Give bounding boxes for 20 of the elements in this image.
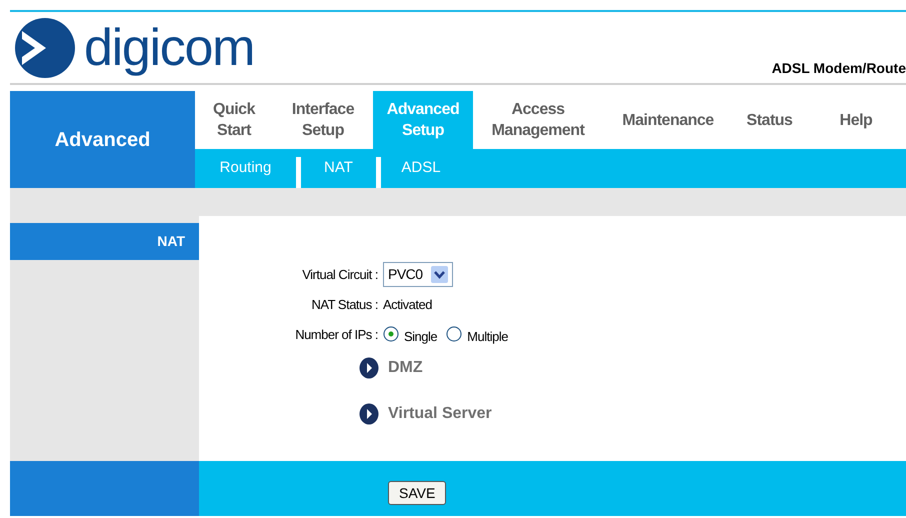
- logo-icon: [14, 16, 76, 78]
- product-name: ADSL Modem/Route: [772, 59, 906, 78]
- field-label: Virtual Circuit :: [301, 266, 379, 284]
- save-button[interactable]: SAVE: [388, 481, 446, 505]
- arrow-bullet-icon: [359, 403, 379, 425]
- section-title: Advanced: [54, 128, 150, 152]
- radio-button[interactable]: [383, 326, 399, 342]
- field-value: Activated: [383, 296, 433, 314]
- link[interactable]: Virtual Server: [388, 402, 492, 426]
- circuit-select[interactable]: PVC0: [383, 262, 453, 287]
- field-label: Number of IPs :: [294, 326, 379, 344]
- link[interactable]: DMZ: [388, 356, 423, 380]
- radio-label: Multiple: [467, 328, 508, 346]
- dropdown-icon: [431, 266, 448, 283]
- sidebar-heading: NAT: [157, 232, 185, 251]
- arrow-bullet-icon: [359, 357, 379, 379]
- radio-label: Single: [404, 328, 438, 346]
- radio-button[interactable]: [446, 326, 462, 342]
- field-label: NAT Status :: [310, 296, 379, 314]
- logo-text: digicom: [84, 22, 254, 74]
